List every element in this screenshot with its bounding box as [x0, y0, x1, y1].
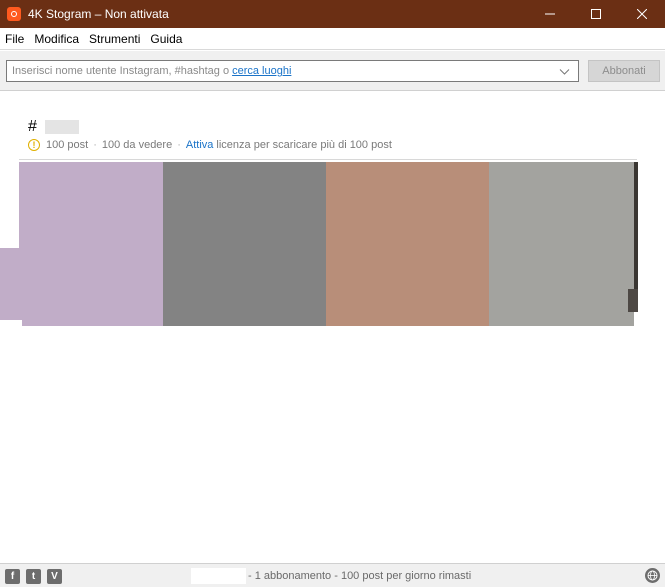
- menu-modifica[interactable]: Modifica: [29, 28, 84, 50]
- window-title: 4K Stogram – Non attivata: [28, 7, 169, 21]
- hashtag-stats: ! 100 post · 100 da vedere · Attiva lice…: [28, 139, 392, 151]
- hashtag-name-redacted: [44, 120, 79, 134]
- menu-bar: File Modifica Strumenti Guida: [0, 28, 665, 50]
- globe-glyph: [647, 570, 658, 581]
- search-placeholder: Inserisci nome utente Instagram, #hashta…: [12, 65, 230, 77]
- divider: [19, 159, 637, 160]
- close-button[interactable]: [619, 0, 665, 28]
- photo-thumbnail-partial: [628, 289, 638, 312]
- activate-link[interactable]: Attiva: [186, 139, 214, 151]
- separator: ·: [177, 139, 181, 151]
- license-text: licenza per scaricare più di 100 post: [216, 139, 392, 151]
- minimize-icon: [545, 13, 555, 15]
- status-text: - 1 abbonamento - 100 post per giorno ri…: [248, 570, 472, 582]
- search-toolbar: Inserisci nome utente Instagram, #hashta…: [0, 51, 665, 91]
- menu-file[interactable]: File: [0, 28, 29, 50]
- photo-thumbnail[interactable]: [489, 162, 634, 326]
- search-places-link[interactable]: cerca luoghi: [232, 65, 291, 77]
- photo-thumbnail[interactable]: [22, 162, 163, 326]
- title-bar: 4K Stogram – Non attivata: [0, 0, 665, 28]
- menu-strumenti[interactable]: Strumenti: [84, 28, 145, 50]
- hashtag-prefix: #: [28, 118, 37, 135]
- app-window: 4K Stogram – Non attivata File Modifica …: [0, 0, 665, 587]
- minimize-button[interactable]: [527, 0, 573, 28]
- vimeo-icon[interactable]: V: [47, 569, 62, 584]
- maximize-icon: [591, 9, 601, 19]
- twitter-icon[interactable]: t: [26, 569, 41, 584]
- menu-guida[interactable]: Guida: [145, 28, 187, 50]
- maximize-button[interactable]: [573, 0, 619, 28]
- photo-thumbnail[interactable]: [326, 162, 489, 326]
- window-controls: [527, 0, 665, 28]
- hashtag-title: #: [28, 118, 79, 136]
- search-input[interactable]: Inserisci nome utente Instagram, #hashta…: [6, 60, 579, 82]
- warning-icon: !: [28, 139, 40, 151]
- globe-icon[interactable]: [645, 568, 660, 583]
- post-count: 100 post: [46, 139, 89, 151]
- stogram-app-icon: [7, 7, 21, 21]
- account-name-redacted: [191, 568, 246, 584]
- photo-thumbnail-edge: [0, 248, 22, 320]
- close-icon: [637, 9, 647, 19]
- separator: ·: [93, 139, 97, 151]
- status-bar: f t V - 1 abbonamento - 100 post per gio…: [0, 563, 665, 587]
- facebook-icon[interactable]: f: [5, 569, 20, 584]
- to-view-count: 100 da vedere: [101, 139, 173, 151]
- subscribe-button[interactable]: Abbonati: [588, 60, 660, 82]
- photo-thumbnail[interactable]: [163, 162, 326, 326]
- chevron-down-icon[interactable]: [559, 66, 570, 77]
